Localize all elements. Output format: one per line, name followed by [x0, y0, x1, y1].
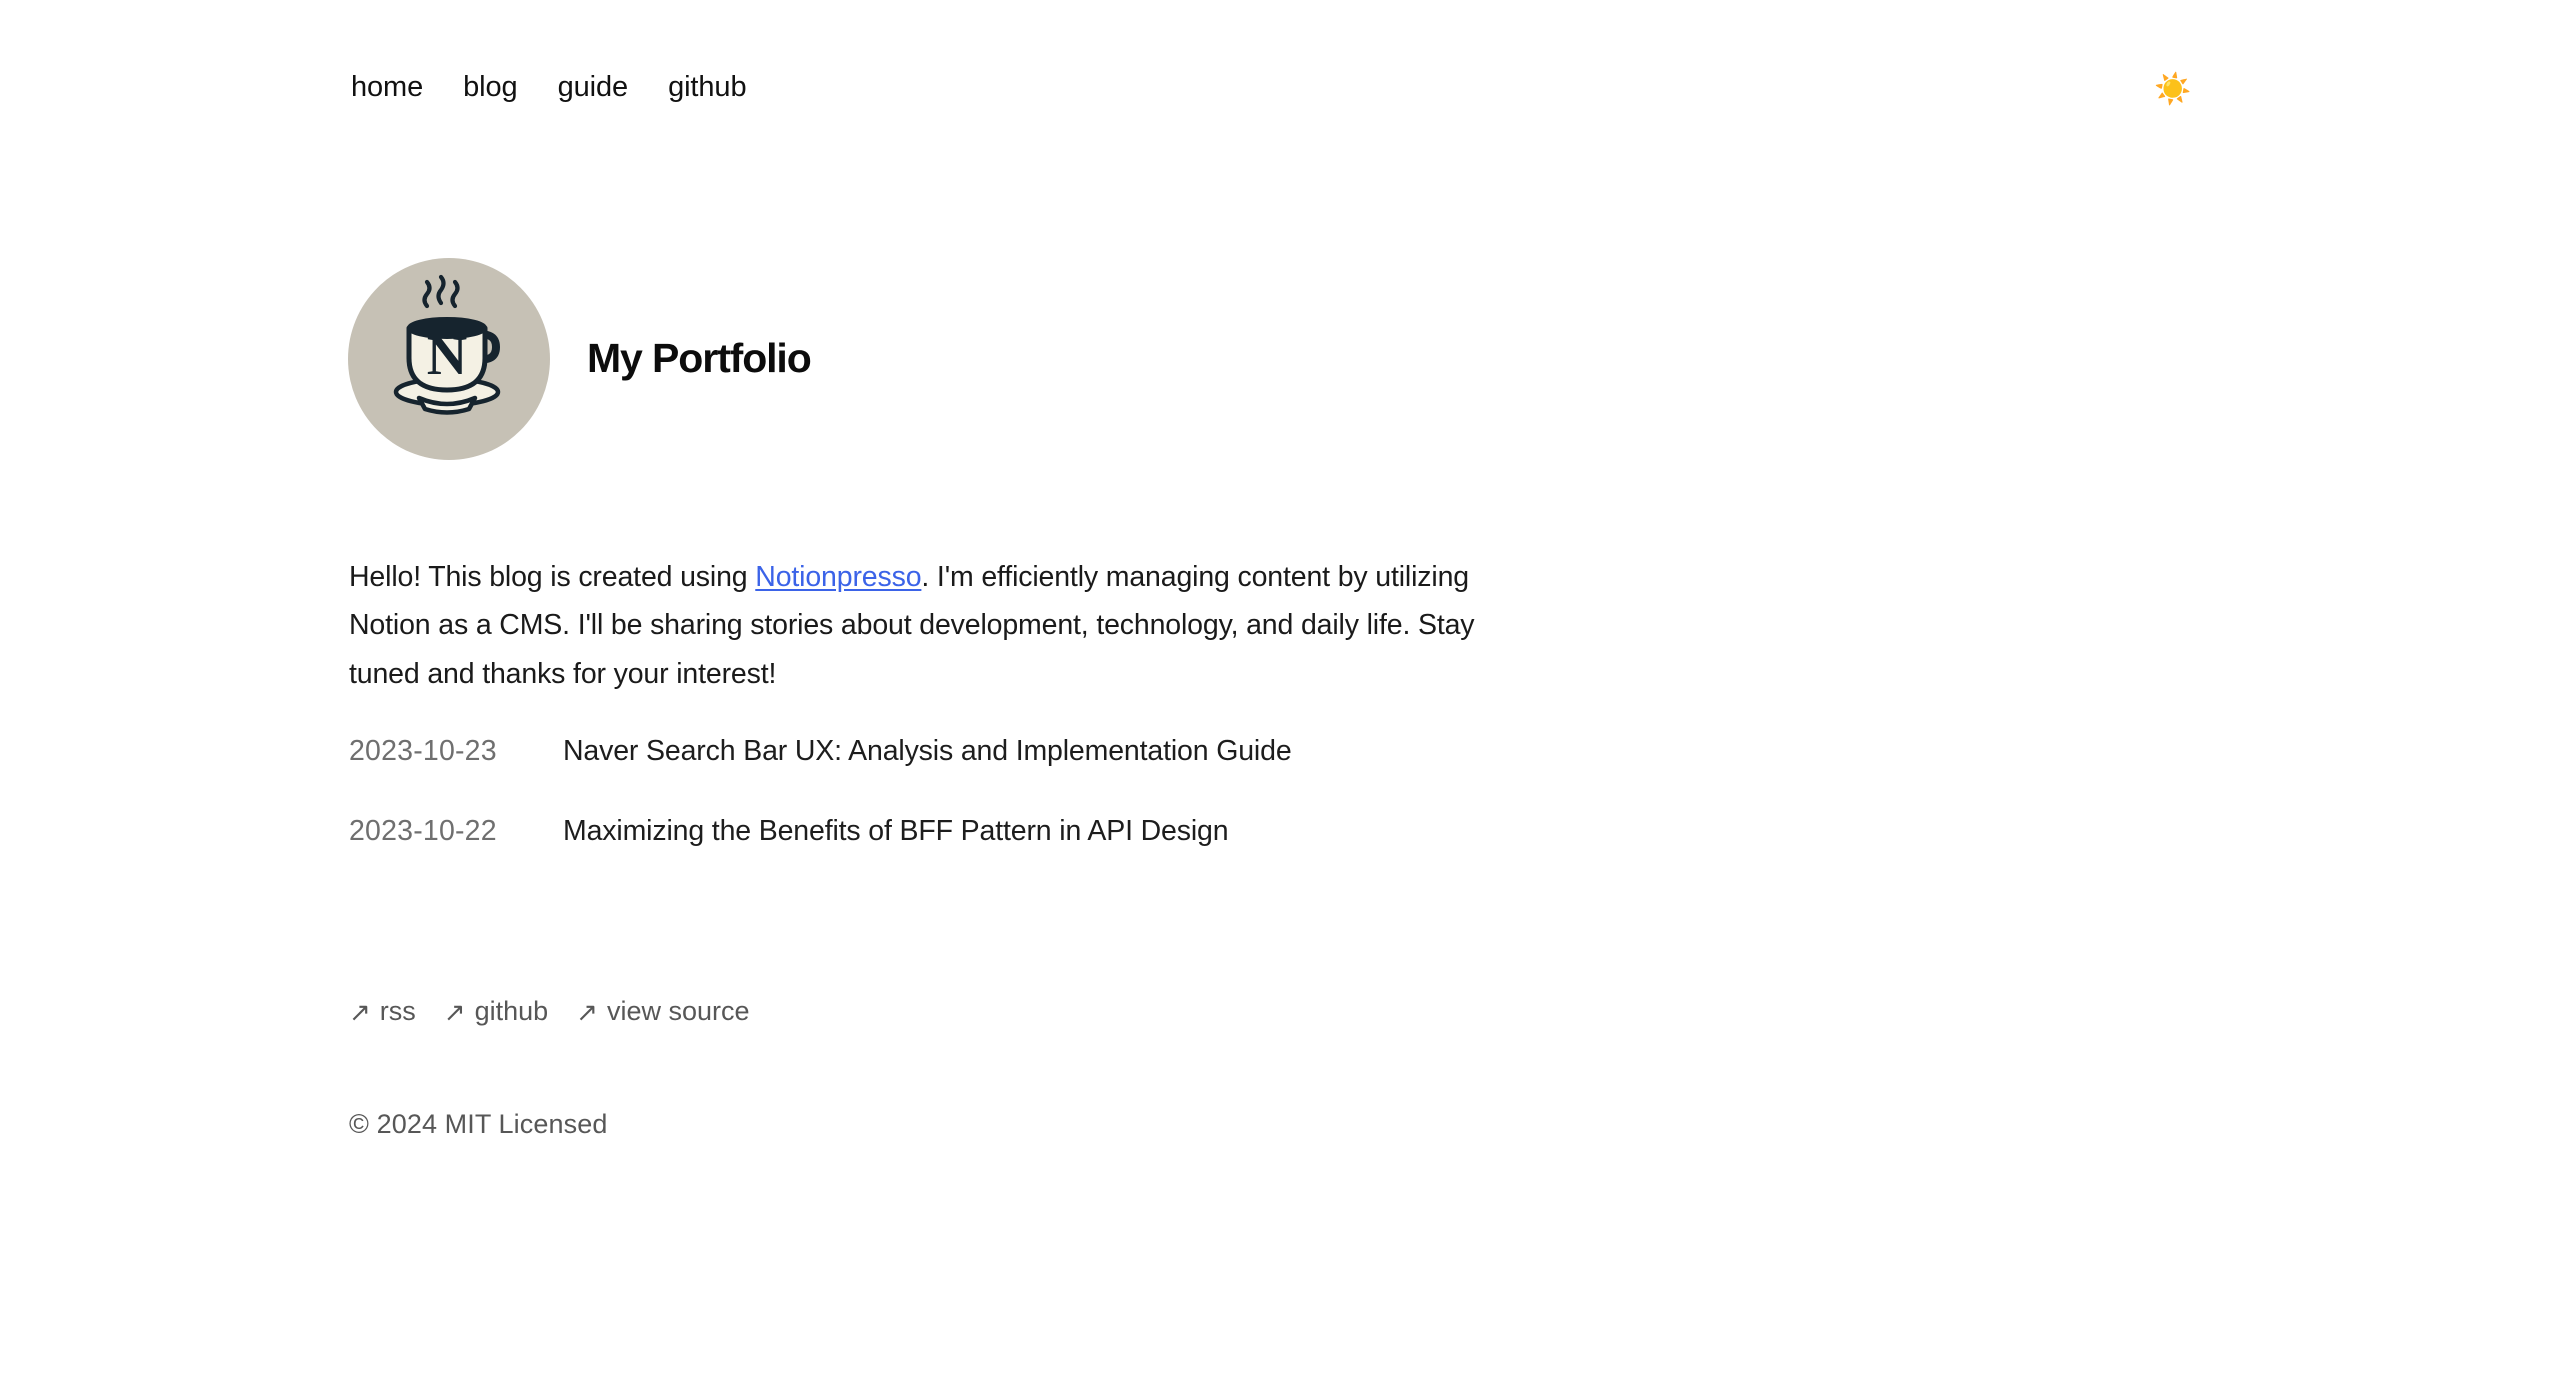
- main-navigation: home blog guide github: [351, 70, 747, 104]
- post-title-link[interactable]: Maximizing the Benefits of BFF Pattern i…: [563, 814, 1229, 848]
- footer-link-view-source[interactable]: ↗ view source: [576, 995, 749, 1027]
- copyright-text: © 2024 MIT Licensed: [349, 1109, 608, 1139]
- footer-link-rss[interactable]: ↗ rss: [349, 995, 416, 1027]
- footer-link-label: github: [474, 996, 549, 1026]
- notionpresso-link[interactable]: Notionpresso: [755, 561, 921, 593]
- post-date: 2023-10-22: [349, 815, 497, 847]
- post-date: 2023-10-23: [349, 735, 497, 767]
- site-header: home blog guide github ☀️: [0, 0, 2576, 160]
- post-list-item[interactable]: 2023-10-23 Naver Search Bar UX: Analysis…: [349, 734, 1649, 814]
- nav-item-blog[interactable]: blog: [463, 70, 518, 104]
- svg-text:N: N: [427, 325, 467, 387]
- footer-link-label: view source: [606, 996, 750, 1026]
- page-root: home blog guide github ☀️ N My Portfolio…: [0, 0, 2576, 1386]
- page-title: My Portfolio: [587, 335, 812, 382]
- intro-paragraph: Hello! This blog is created using Notion…: [349, 553, 1524, 699]
- footer-link-label: rss: [379, 996, 416, 1026]
- intro-text-before-link: Hello! This blog is created using: [349, 560, 756, 593]
- theme-toggle-button[interactable]: ☀️: [2153, 70, 2193, 110]
- post-list: 2023-10-23 Naver Search Bar UX: Analysis…: [349, 734, 1649, 894]
- nav-item-guide[interactable]: guide: [558, 70, 629, 104]
- coffee-cup-n-logo-icon: N: [393, 274, 501, 415]
- footer-link-github[interactable]: ↗ github: [444, 995, 548, 1027]
- avatar: N: [348, 258, 550, 460]
- post-list-item[interactable]: 2023-10-22 Maximizing the Benefits of BF…: [349, 814, 1649, 894]
- external-link-arrow-icon: ↗: [576, 997, 598, 1027]
- external-link-arrow-icon: ↗: [349, 997, 371, 1027]
- header-inner: home blog guide github ☀️: [348, 0, 2228, 160]
- sun-icon: ☀️: [2154, 73, 2192, 106]
- nav-item-github[interactable]: github: [668, 70, 747, 104]
- post-title-link[interactable]: Naver Search Bar UX: Analysis and Implem…: [563, 734, 1292, 768]
- nav-item-home[interactable]: home: [351, 70, 423, 104]
- external-link-arrow-icon: ↗: [443, 997, 466, 1027]
- footer-link-list: ↗ rss ↗ github ↗ view source: [349, 995, 750, 1027]
- profile-header: N My Portfolio: [348, 258, 812, 460]
